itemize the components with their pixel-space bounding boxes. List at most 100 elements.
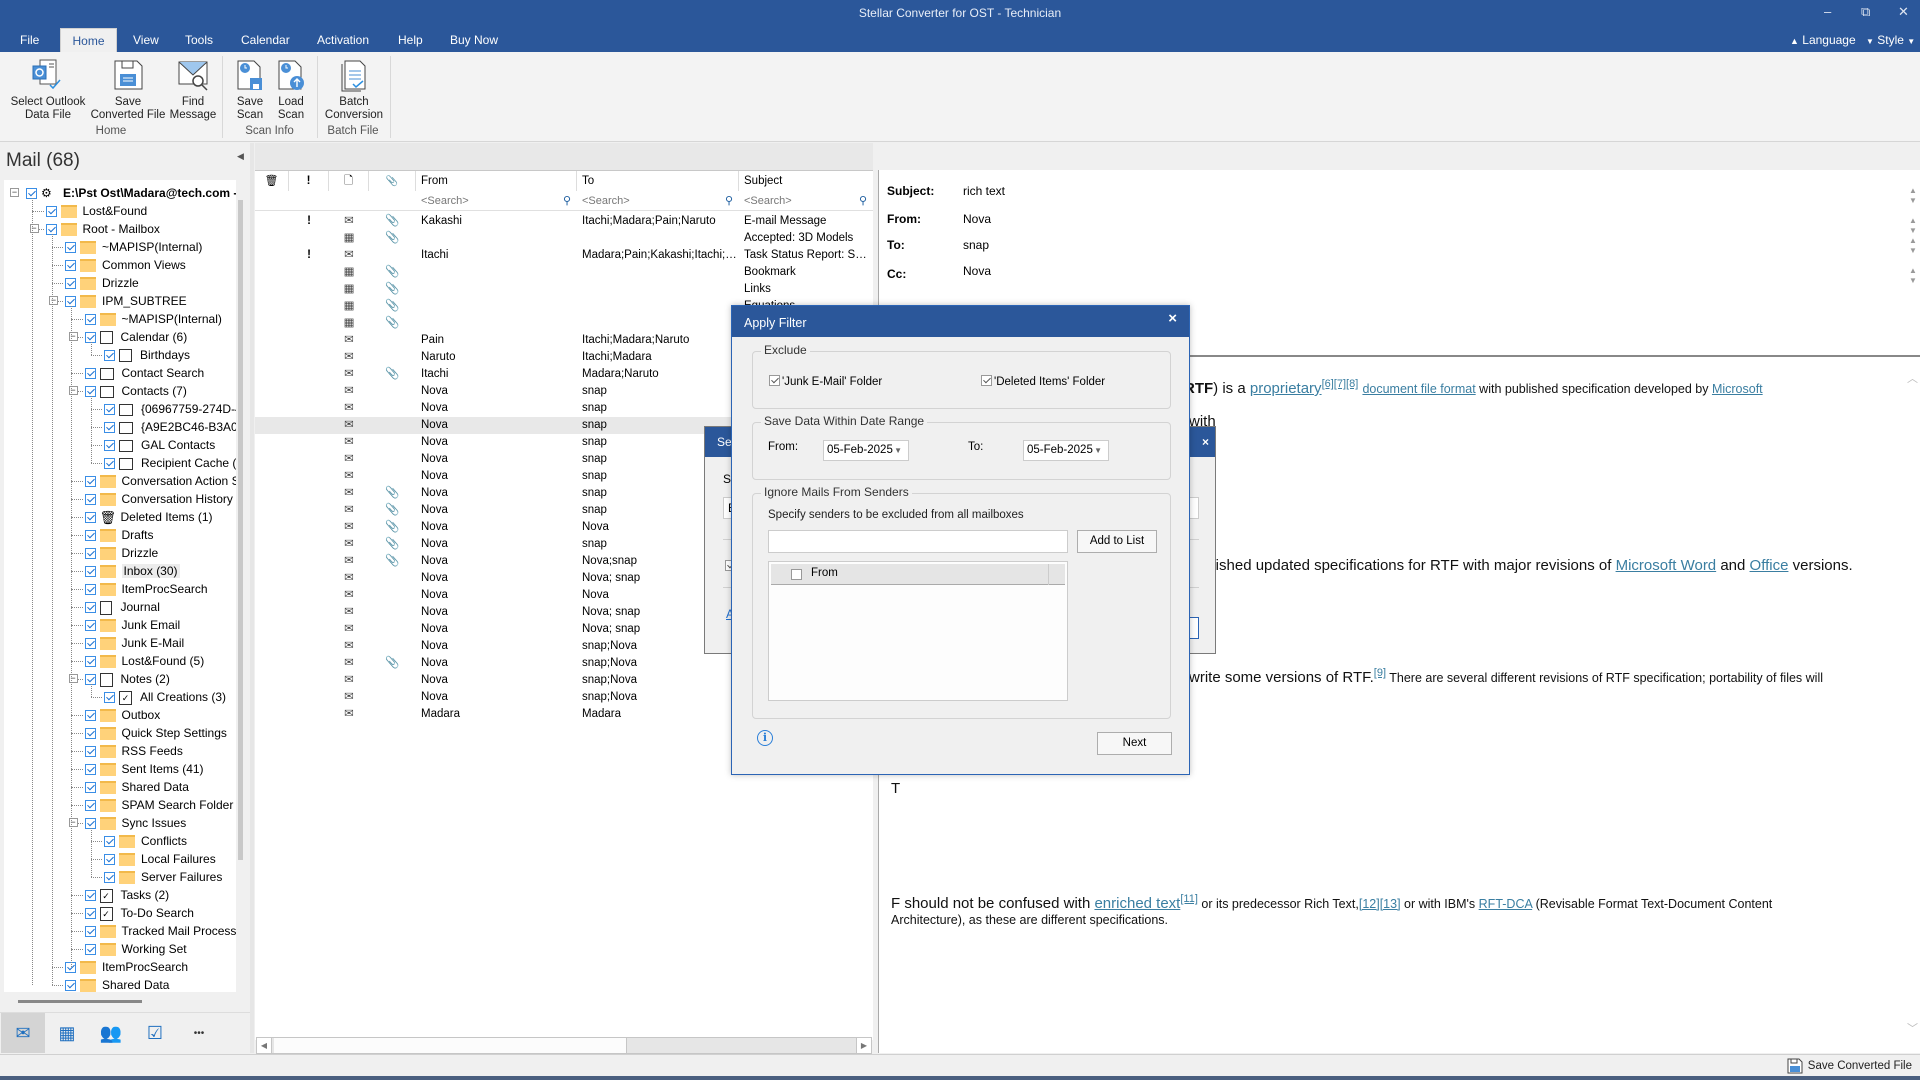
link-proprietary[interactable]: proprietary — [1250, 380, 1322, 397]
link-microsoft[interactable]: Microsoft — [1712, 382, 1763, 396]
tree-item[interactable]: Birthdays — [104, 346, 190, 364]
collapse-toggle-icon[interactable]: − — [68, 386, 78, 395]
exclude-junk-checkbox[interactable]: 'Junk E-Mail' Folder — [769, 375, 882, 388]
exclude-deleted-checkbox[interactable]: 'Deleted Items' Folder — [981, 375, 1105, 388]
tree-item[interactable]: Junk Email — [84, 616, 180, 634]
tree-item[interactable]: Tracked Mail Processin — [84, 922, 236, 940]
search-icon[interactable]: ⚲ — [859, 191, 867, 211]
tree-item[interactable]: Server Failures — [104, 868, 222, 886]
checkbox-checked-icon[interactable] — [84, 512, 96, 524]
style-menu[interactable]: ▼ Style ▼ — [1862, 28, 1919, 52]
tree-item[interactable]: Quick Step Settings — [84, 724, 227, 742]
tree-item[interactable]: ItemProcSearch — [65, 958, 188, 976]
checkbox-checked-icon[interactable] — [84, 368, 96, 380]
tree-item[interactable]: Inbox (30) — [84, 562, 180, 580]
collapse-toggle-icon[interactable]: − — [68, 818, 78, 827]
checkbox-checked-icon[interactable] — [84, 638, 96, 650]
checkbox-checked-icon[interactable] — [84, 890, 96, 902]
checkbox-checked-icon[interactable] — [84, 584, 96, 596]
select-all-checkbox[interactable] — [791, 569, 802, 580]
tree-item[interactable]: Working Set — [84, 940, 187, 958]
tab-home[interactable]: Home — [60, 28, 117, 52]
tree-item[interactable]: Common Views — [65, 256, 186, 274]
tree-item[interactable]: Drafts — [84, 526, 154, 544]
checkbox-checked-icon[interactable] — [84, 944, 96, 956]
tree-item[interactable]: IPM_SUBTREE — [65, 292, 187, 310]
tree-item[interactable]: RSS Feeds — [84, 742, 183, 760]
scroll-right-icon[interactable]: ▶ — [856, 1038, 871, 1053]
contacts-nav-button[interactable]: 👥 — [89, 1013, 133, 1053]
load-scan-button[interactable]: Load Scan — [271, 58, 311, 122]
save-converted-file-button[interactable]: Save Converted File — [90, 58, 166, 122]
tree-item[interactable]: Contact Search — [84, 364, 204, 382]
tree-item[interactable]: ~MAPISP(Internal) — [84, 310, 222, 328]
column-attachment[interactable]: 📎 — [369, 171, 416, 191]
message-row[interactable]: ! ✉ 📎 Kakashi Itachi;Madara;Pain;Naruto E-mai… — [255, 213, 873, 230]
tree-item[interactable]: Root - Mailbox — [45, 220, 160, 238]
minimize-button[interactable]: – — [1824, 4, 1831, 19]
panel-splitter[interactable] — [250, 143, 254, 1053]
tree-item[interactable]: Notes (2) — [84, 670, 170, 688]
select-outlook-data-file-button[interactable]: Select Outlook Data File — [6, 58, 90, 122]
tree-item[interactable]: Recipient Cache (9 — [104, 454, 236, 472]
header-scroll-arrows[interactable]: ▲ ▼ ▲ ▼ ▲ ▼ ▲ ▼ — [1909, 186, 1919, 286]
checkbox-checked-icon[interactable] — [84, 782, 96, 794]
tab-view[interactable]: View — [129, 28, 163, 52]
collapse-toggle-icon[interactable]: − — [68, 674, 78, 683]
tree-item[interactable]: 🗑 Deleted Items (1) — [84, 508, 213, 526]
tree-item[interactable]: SPAM Search Folder 2 — [84, 796, 236, 814]
tree-item[interactable]: Outbox — [84, 706, 160, 724]
checkbox-checked-icon[interactable] — [84, 710, 96, 722]
tree-item[interactable]: ⚙ E:\Pst Ost\Madara@tech.com - — [26, 184, 236, 202]
column-from[interactable]: From — [416, 171, 577, 191]
reference-links[interactable]: [12][13] — [1359, 897, 1401, 911]
checkbox-checked-icon[interactable] — [104, 422, 115, 434]
tree-horizontal-scrollbar[interactable] — [18, 1000, 142, 1003]
tree-item[interactable]: ~MAPISP(Internal) — [65, 238, 202, 256]
tree-item[interactable]: Drizzle — [65, 274, 139, 292]
checkbox-checked-icon[interactable] — [45, 206, 57, 218]
add-to-list-button[interactable]: Add to List — [1077, 530, 1157, 553]
sender-input[interactable] — [768, 530, 1068, 553]
calendar-nav-button[interactable]: ▦ — [45, 1013, 89, 1053]
tree-item[interactable]: ✓ Tasks (2) — [84, 886, 169, 904]
collapse-toggle-icon[interactable]: − — [10, 188, 19, 197]
checkbox-checked-icon[interactable] — [84, 800, 96, 812]
scroll-up-icon[interactable]: ︿ — [1907, 370, 1918, 386]
checkbox-checked-icon[interactable] — [104, 440, 115, 452]
tree-item[interactable]: Lost&Found — [45, 202, 147, 220]
column-to[interactable]: To — [577, 171, 739, 191]
info-icon[interactable]: i — [757, 730, 773, 746]
message-row[interactable]: ▦ 📎 Accepted: 3D Models — [255, 230, 873, 247]
collapse-toggle-icon[interactable]: − — [68, 332, 78, 341]
close-button[interactable]: ✕ — [1898, 4, 1909, 20]
tab-activation[interactable]: Activation — [313, 28, 373, 52]
checkbox-checked-icon[interactable] — [84, 908, 96, 920]
checkbox-checked-icon[interactable] — [65, 278, 76, 290]
tree-vertical-scrollbar[interactable] — [238, 200, 243, 860]
link-rft-dca[interactable]: RFT-DCA — [1479, 897, 1532, 911]
checkbox-checked-icon[interactable] — [84, 494, 96, 506]
restore-button[interactable]: ⧉ — [1861, 4, 1870, 20]
from-column-header[interactable]: From — [811, 567, 838, 579]
checkbox-checked-icon[interactable] — [84, 656, 96, 668]
checkbox-checked-icon[interactable] — [84, 728, 96, 740]
checkbox-checked-icon[interactable] — [84, 566, 96, 578]
message-row[interactable]: ▦ 📎 Bookmark — [255, 264, 873, 281]
tree-item[interactable]: {06967759-274D-40 — [104, 400, 236, 418]
to-date-picker[interactable]: 05-Feb-2025 ▼ — [1023, 440, 1109, 461]
tree-item[interactable]: ✓ To-Do Search — [84, 904, 194, 922]
tab-tools[interactable]: Tools — [181, 28, 217, 52]
checkbox-checked-icon[interactable] — [84, 926, 96, 938]
next-button[interactable]: Next — [1097, 732, 1172, 755]
link-microsoft-word[interactable]: Microsoft Word — [1616, 557, 1717, 574]
tree-item[interactable]: Sent Items (41) — [84, 760, 204, 778]
save-scan-button[interactable]: Save Scan — [230, 58, 270, 122]
tab-calendar[interactable]: Calendar — [237, 28, 294, 52]
tree-item[interactable]: Sync Issues — [84, 814, 186, 832]
tab-buy-now[interactable]: Buy Now — [446, 28, 502, 52]
collapse-toggle-icon[interactable]: − — [29, 224, 39, 233]
scroll-left-icon[interactable]: ◀ — [257, 1038, 272, 1053]
link-office[interactable]: Office — [1750, 557, 1789, 574]
collapse-panel-icon[interactable]: ◀ — [237, 151, 244, 162]
